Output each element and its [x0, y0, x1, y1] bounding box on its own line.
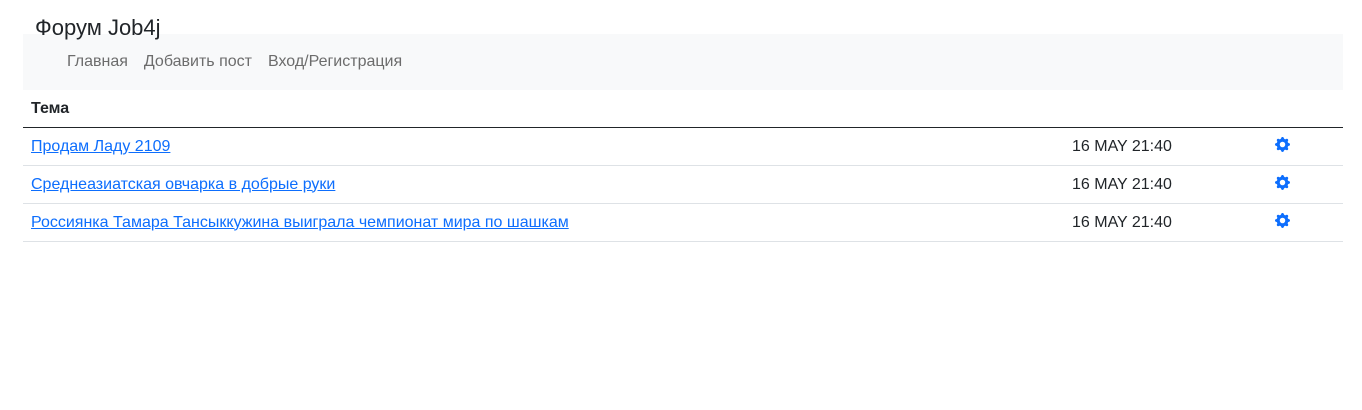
gear-icon[interactable] [1275, 213, 1290, 228]
table-row: Среднеазиатская овчарка в добрые руки 16… [23, 165, 1343, 204]
table-row: Россиянка Тамара Тансыккужина выиграла ч… [23, 203, 1343, 242]
actions-cell [1275, 203, 1343, 242]
posts-table: Тема Продам Ладу 2109 16 MAY 21:40 Средн… [23, 90, 1343, 242]
table-header-row: Тема [23, 90, 1343, 128]
topic-cell: Продам Ладу 2109 [23, 127, 1064, 166]
nav-link-home[interactable]: Главная [67, 52, 128, 72]
nav-link-add-post[interactable]: Добавить пост [144, 52, 252, 72]
nav-link-login-register[interactable]: Вход/Регистрация [268, 52, 402, 72]
post-link[interactable]: Россиянка Тамара Тансыккужина выиграла ч… [31, 214, 569, 231]
actions-cell [1275, 127, 1343, 166]
post-date: 16 MAY 21:40 [1064, 165, 1275, 204]
post-date: 16 MAY 21:40 [1064, 203, 1275, 242]
actions-cell [1275, 165, 1343, 204]
gear-icon[interactable] [1275, 175, 1290, 190]
topic-cell: Россиянка Тамара Тансыккужина выиграла ч… [23, 203, 1064, 242]
site-title: Форум Job4j [35, 15, 161, 40]
table-row: Продам Ладу 2109 16 MAY 21:40 [23, 127, 1343, 166]
post-link[interactable]: Среднеазиатская овчарка в добрые руки [31, 176, 335, 193]
post-link[interactable]: Продам Ладу 2109 [31, 138, 170, 155]
topic-cell: Среднеазиатская овчарка в добрые руки [23, 165, 1064, 204]
column-header-actions [1275, 90, 1343, 128]
column-header-topic: Тема [23, 90, 1064, 128]
gear-icon[interactable] [1275, 137, 1290, 152]
post-date: 16 MAY 21:40 [1064, 127, 1275, 166]
page-container: Форум Job4j Главная Добавить пост Вход/Р… [23, 0, 1343, 242]
column-header-date [1064, 90, 1275, 128]
navbar: Главная Добавить пост Вход/Регистрация [23, 34, 1343, 90]
